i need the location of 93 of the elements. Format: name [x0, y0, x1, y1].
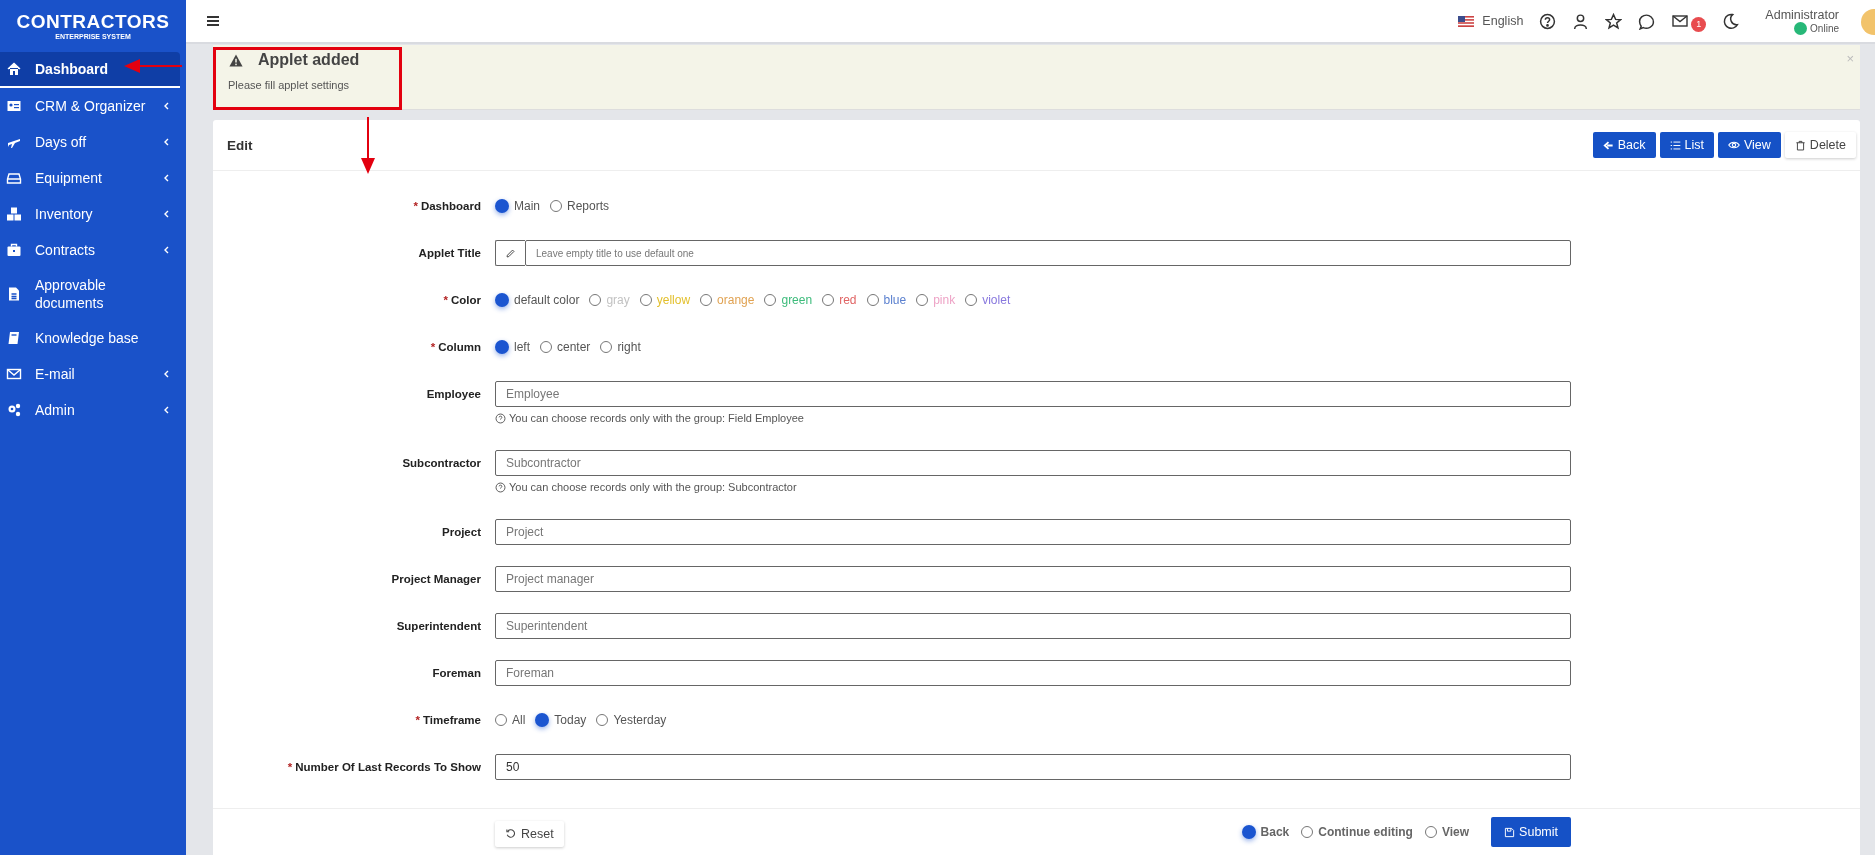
annotation-arrow: [361, 117, 375, 174]
arrow-left-icon: [1602, 139, 1614, 151]
field-label: Timeframe: [423, 714, 481, 726]
field-label: Dashboard: [420, 200, 481, 212]
field-hint: You can choose records only with the group: Field Employee: [495, 412, 1571, 424]
field-label: Project: [442, 526, 481, 538]
sidebar-item[interactable]: Days off: [0, 124, 180, 160]
envelope-icon: [6, 366, 22, 382]
field-label: Column: [438, 341, 481, 353]
alert-message: Please fill applet settings: [228, 79, 351, 91]
star-icon: [1605, 12, 1623, 30]
reset-icon: [505, 828, 517, 840]
eye-icon: [1728, 139, 1740, 151]
radio-option[interactable]: center: [540, 340, 591, 354]
radio-option[interactable]: Continue editing: [1301, 825, 1413, 839]
field-label: Number Of Last Records To Show: [295, 761, 481, 773]
action-button[interactable]: Back: [1592, 132, 1656, 158]
required-mark: *: [443, 294, 448, 306]
notification-badge: 1: [1691, 16, 1707, 32]
radio-option[interactable]: Main: [495, 199, 540, 213]
status-dot: [1794, 21, 1808, 35]
pencil-icon: [505, 247, 516, 259]
radio-option[interactable]: red: [822, 293, 857, 307]
field-hint: You can choose records only with the group: Subcontractor: [495, 481, 1571, 493]
moon-icon: [1722, 12, 1740, 30]
annotation-arrow: [124, 59, 182, 73]
sidebar-item[interactable]: Approvable documents: [0, 268, 180, 320]
sidebar-item[interactable]: CRM & Organizer: [0, 88, 180, 124]
field-label: Employee: [426, 388, 481, 400]
logo-title: CONTRACTORS: [16, 11, 170, 32]
id-card-icon: [6, 98, 22, 114]
field-label: Color: [450, 294, 481, 306]
sidebar-item[interactable]: E-mail: [0, 356, 180, 392]
sidebar-item[interactable]: Contracts: [0, 232, 180, 268]
user-status: Online: [1810, 22, 1839, 34]
field-label: Applet Title: [418, 247, 481, 259]
chat-bubble-icon: [1638, 12, 1656, 30]
alert-title: Applet added: [258, 51, 360, 69]
required-mark: *: [415, 714, 421, 726]
sidebar-item[interactable]: Equipment: [0, 160, 180, 196]
radio-option[interactable]: All: [495, 713, 526, 727]
input-field[interactable]: Project manager: [495, 566, 1571, 592]
boxes-icon: [6, 206, 22, 222]
sidebar-item[interactable]: Admin: [0, 392, 180, 428]
required-mark: *: [413, 200, 418, 212]
input-field[interactable]: Employee: [495, 381, 1571, 407]
gears-icon: [6, 402, 22, 418]
radio-option[interactable]: View: [1424, 825, 1470, 839]
question-circle-icon: [495, 481, 506, 493]
radio-option[interactable]: Yesterday: [596, 713, 667, 727]
radio-option[interactable]: right: [600, 340, 641, 354]
sidebar-item[interactable]: Knowledge base: [0, 320, 180, 356]
input-field[interactable]: Superintendent: [495, 613, 1571, 639]
radio-option[interactable]: violet: [965, 293, 1011, 307]
sidebar-item[interactable]: Inventory: [0, 196, 180, 232]
envelope-icon: [1671, 13, 1690, 29]
radio-option[interactable]: Reports: [550, 199, 610, 213]
field-label: Superintendent: [396, 620, 481, 632]
briefcase-icon: [6, 242, 22, 258]
radio-option[interactable]: default color: [495, 293, 580, 307]
sidebar-item[interactable]: Dashboard: [0, 52, 180, 88]
input-field[interactable]: Subcontractor: [495, 450, 1571, 476]
submit-button[interactable]: Submit: [1491, 817, 1571, 847]
book-icon: [6, 330, 22, 346]
field-label: Foreman: [432, 667, 481, 679]
field-label: Subcontractor: [402, 457, 481, 469]
input-field[interactable]: Leave empty title to use default one: [525, 240, 1571, 266]
trash-icon: [1794, 139, 1806, 151]
action-button[interactable]: List: [1659, 132, 1714, 158]
input-field[interactable]: 50: [495, 754, 1571, 780]
list-icon: [1669, 139, 1681, 151]
action-button[interactable]: Delete: [1784, 132, 1856, 158]
radio-option[interactable]: Back: [1241, 825, 1290, 839]
action-button[interactable]: View: [1718, 132, 1781, 158]
input-field[interactable]: Foreman: [495, 660, 1571, 686]
field-label: Project Manager: [391, 573, 481, 585]
required-mark: *: [287, 761, 293, 773]
warning-icon: [228, 52, 244, 68]
card-title: Edit: [227, 137, 254, 153]
question-circle-icon: [495, 412, 506, 424]
language-selector[interactable]: English: [1458, 14, 1524, 28]
radio-option[interactable]: blue: [866, 293, 907, 307]
radio-option[interactable]: Today: [535, 713, 587, 727]
input-field[interactable]: Project: [495, 519, 1571, 545]
user-name: Administrator: [1765, 7, 1839, 22]
required-mark: *: [430, 341, 436, 353]
flag-icon: [1458, 15, 1475, 27]
reset-button[interactable]: Reset: [495, 821, 564, 847]
inbox-tray-icon: [6, 170, 22, 186]
document-icon: [6, 286, 22, 302]
house-icon: [6, 61, 22, 77]
radio-option[interactable]: left: [495, 340, 530, 354]
user-icon: [1572, 12, 1590, 30]
